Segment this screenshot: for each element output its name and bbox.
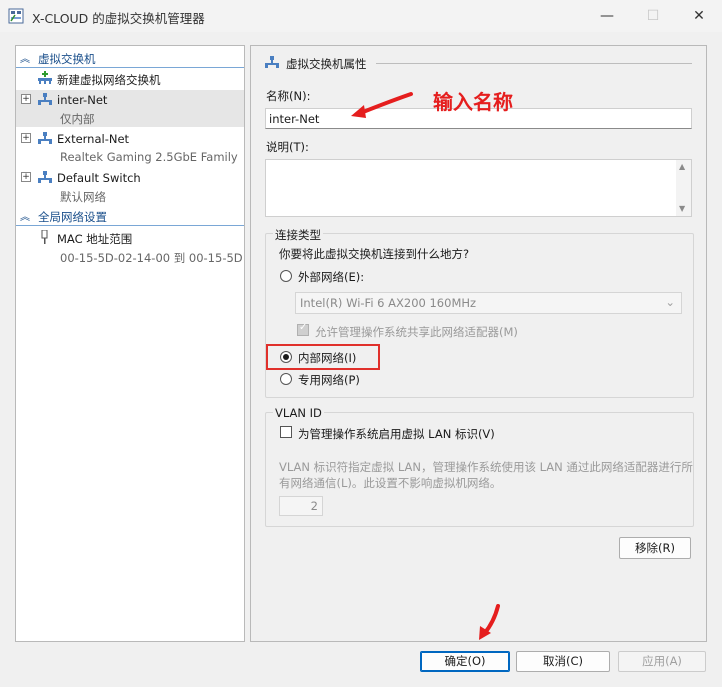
minimize-icon: —	[600, 8, 614, 24]
external-network-label: 外部网络(E):	[298, 270, 365, 284]
switch-tree-panel: ︽ 虚拟交换机 新建虚拟网络交换机 + inter-Net 仅内部 + Exte…	[15, 45, 245, 642]
header-divider	[376, 63, 692, 64]
ok-button[interactable]: 确定(O)	[420, 651, 510, 672]
private-network-label: 专用网络(P)	[298, 373, 360, 387]
scroll-up-icon[interactable]: ▲	[679, 162, 685, 171]
notes-label: 说明(T):	[266, 140, 309, 154]
network-switch-icon	[38, 132, 52, 144]
switch-manager-icon	[8, 8, 24, 24]
connection-question: 你要将此虚拟交换机连接到什么地方?	[279, 247, 470, 261]
vlan-id-input[interactable]: 2	[279, 496, 323, 516]
annotation-arrow-ok-icon	[479, 604, 500, 640]
network-switch-icon	[38, 93, 52, 105]
window-title: X-CLOUD 的虚拟交换机管理器	[32, 11, 205, 26]
network-switch-icon	[38, 171, 52, 183]
expand-icon[interactable]: +	[21, 133, 31, 143]
enable-vlan-label: 为管理操作系统启用虚拟 LAN 标识(V)	[298, 427, 495, 441]
mac-address-range-item[interactable]: MAC 地址范围 00-15-5D-02-14-00 到 00-15-5D-..…	[16, 228, 244, 266]
cancel-button[interactable]: 取消(C)	[516, 651, 610, 672]
internal-network-radio[interactable]	[280, 351, 292, 363]
allow-management-os-checkbox[interactable]	[297, 322, 309, 336]
vlan-description-line1: VLAN 标识符指定虚拟 LAN，管理操作系统使用该 LAN 通过此网络适配器进…	[279, 460, 693, 474]
apply-button[interactable]: 应用(A)	[618, 651, 706, 672]
private-network-radio[interactable]	[280, 373, 292, 385]
section-global-network-settings[interactable]: ︽ 全局网络设置	[16, 207, 244, 226]
switch-item-external-net[interactable]: + External-Net Realtek Gaming 2.5GbE Fam…	[16, 129, 244, 166]
maximize-icon: ☐	[646, 8, 660, 24]
connection-type-title: 连接类型	[273, 227, 323, 243]
section-virtual-switches[interactable]: ︽ 虚拟交换机	[16, 49, 244, 68]
vlan-description-line2: 有网络通信(L)。此设置不影响虚拟机网络。	[279, 476, 502, 490]
scroll-down-icon[interactable]: ▼	[679, 204, 685, 213]
minimize-button[interactable]: —	[584, 0, 630, 32]
collapse-chevron-icon: ︽	[20, 212, 30, 223]
expand-icon[interactable]: +	[21, 94, 31, 104]
vlan-title: VLAN ID	[273, 406, 324, 420]
new-switch-item[interactable]: 新建虚拟网络交换机	[16, 69, 244, 88]
internal-network-label: 内部网络(I)	[298, 351, 357, 365]
maximize-button[interactable]: ☐	[630, 0, 676, 32]
notes-scrollbar[interactable]: ▲ ▼	[676, 160, 691, 216]
collapse-chevron-icon: ︽	[20, 54, 30, 65]
annotation-arrow-icon	[351, 92, 413, 118]
properties-title: 虚拟交换机属性	[286, 57, 367, 71]
annotation-text: 输入名称	[433, 90, 513, 114]
close-icon: ✕	[693, 8, 705, 24]
network-switch-icon	[265, 56, 279, 68]
mac-address-icon	[41, 230, 48, 244]
remove-button[interactable]: 移除(R)	[619, 537, 691, 559]
allow-management-os-label: 允许管理操作系统共享此网络适配器(M)	[315, 325, 518, 339]
external-network-radio[interactable]	[280, 270, 292, 282]
new-network-switch-icon	[38, 71, 52, 84]
expand-icon[interactable]: +	[21, 172, 31, 182]
title-bar: X-CLOUD 的虚拟交换机管理器 — ☐ ✕	[0, 0, 722, 32]
name-label: 名称(N):	[266, 89, 311, 103]
properties-header: 虚拟交换机属性	[264, 55, 692, 71]
switch-item-default-switch[interactable]: + Default Switch 默认网络	[16, 168, 244, 205]
notes-textarea[interactable]: ▲ ▼	[265, 159, 692, 217]
switch-item-inter-net[interactable]: + inter-Net 仅内部	[16, 90, 244, 127]
enable-vlan-checkbox[interactable]	[280, 426, 292, 438]
network-adapter-select[interactable]: Intel(R) Wi-Fi 6 AX200 160MHz ⌄	[295, 292, 682, 314]
close-button[interactable]: ✕	[676, 0, 722, 32]
chevron-down-icon: ⌄	[665, 295, 675, 309]
